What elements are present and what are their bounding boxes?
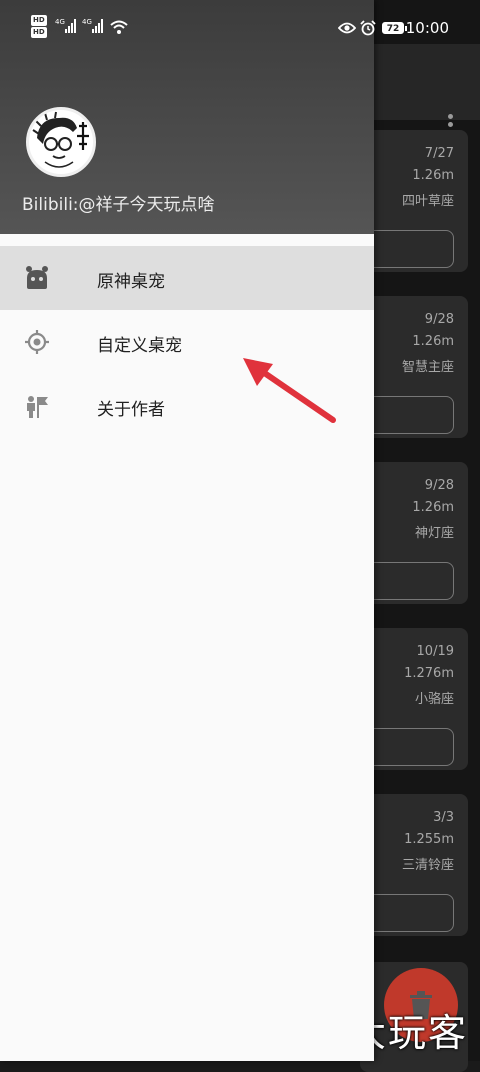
avatar[interactable] xyxy=(26,107,96,177)
sim1-badge: HD xyxy=(31,15,47,26)
battery-indicator: 72 xyxy=(382,22,407,34)
crosshair-icon xyxy=(25,330,49,354)
card-constellation: 小骆座 xyxy=(414,692,454,707)
svg-text:4G: 4G xyxy=(82,18,92,26)
card-constellation: 神灯座 xyxy=(414,526,454,541)
character-card[interactable]: 10/19 1.276m 小骆座 xyxy=(360,628,468,770)
wifi-icon xyxy=(110,20,128,34)
status-time: 10:00 xyxy=(405,19,449,37)
card-date: 3/3 xyxy=(433,810,454,825)
card-constellation: 三清铃座 xyxy=(401,858,454,873)
card-date: 9/28 xyxy=(424,312,454,327)
card-height: 1.26m xyxy=(412,334,454,349)
character-card[interactable]: 3/3 1.255m 三清铃座 xyxy=(360,794,468,936)
menu-item-label: 原神桌宠 xyxy=(97,272,165,292)
sim-indicators: HD HD xyxy=(31,15,47,39)
card-button[interactable] xyxy=(360,894,454,932)
card-height: 1.26m xyxy=(412,168,454,183)
signal-icon: 4G xyxy=(82,18,103,33)
character-card[interactable]: 7/27 1.26m 四叶草座 xyxy=(360,130,468,272)
status-bar: HD HD 4G 4G 72 10:00 xyxy=(0,0,480,44)
card-date: 7/27 xyxy=(424,146,454,161)
menu-item-label: 关于作者 xyxy=(97,400,165,420)
android-icon xyxy=(26,266,48,289)
navigation-drawer: Bilibili:@祥子今天玩点啥 原神桌宠 自定义桌宠 关于作者 xyxy=(0,0,374,1061)
sim2-badge: HD xyxy=(31,27,47,38)
character-card[interactable]: 9/28 1.26m 智慧主座 xyxy=(360,296,468,438)
avatar-cartoon-icon xyxy=(32,111,89,168)
card-button[interactable] xyxy=(360,396,454,434)
card-constellation: 智慧主座 xyxy=(401,360,454,375)
svg-text:4G: 4G xyxy=(55,18,65,26)
card-date: 9/28 xyxy=(424,478,454,493)
card-date: 10/19 xyxy=(416,644,454,659)
red-arrow xyxy=(243,358,336,423)
signal-icon: 4G xyxy=(55,18,76,33)
alarm-icon xyxy=(360,20,376,36)
menu-item-genshin-pet[interactable]: 原神桌宠 xyxy=(0,246,374,310)
character-card[interactable]: 9/28 1.26m 神灯座 xyxy=(360,462,468,604)
user-name: Bilibili:@祥子今天玩点啥 xyxy=(22,195,215,215)
card-button[interactable] xyxy=(360,728,454,766)
menu-item-label: 自定义桌宠 xyxy=(97,336,182,356)
person-flag-icon xyxy=(27,396,48,418)
card-button[interactable] xyxy=(360,230,454,268)
card-constellation: 四叶草座 xyxy=(401,194,454,209)
card-height: 1.26m xyxy=(412,500,454,515)
card-height: 1.276m xyxy=(404,666,454,681)
card-height: 1.255m xyxy=(404,832,454,847)
card-button[interactable] xyxy=(360,562,454,600)
eye-icon xyxy=(338,22,356,34)
